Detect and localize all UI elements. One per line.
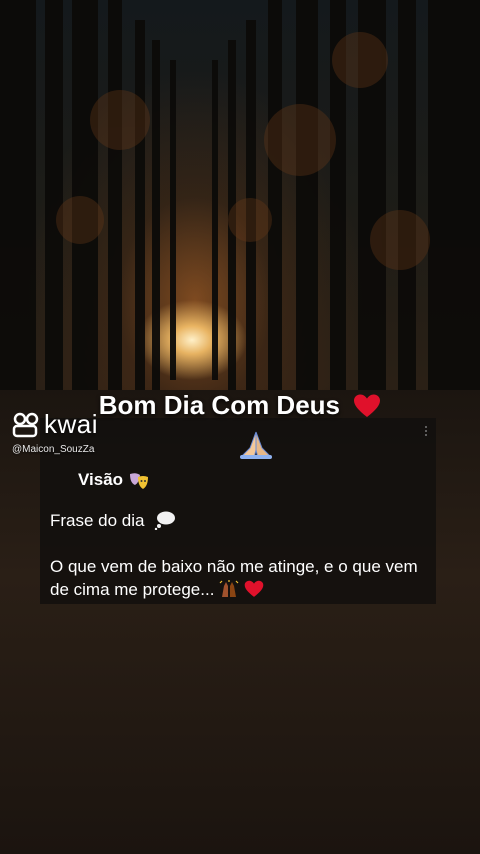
- red-heart-icon: [244, 580, 264, 597]
- quote-text-block: O que vem de baixo não me atinge, e o qu…: [50, 555, 420, 601]
- frase-label: Frase do dia: [50, 511, 145, 530]
- performing-arts-masks-icon: [130, 473, 148, 489]
- caption-text: Bom Dia Com Deus: [98, 390, 341, 420]
- overlay-caption: Bom Dia Com Deus: [0, 390, 480, 421]
- thought-bubble-icon: [154, 511, 175, 530]
- more-dots-icon: [425, 426, 427, 436]
- card-title: Visão: [78, 470, 124, 489]
- praying-hands-icon: [240, 431, 272, 459]
- raising-hands-icon: [219, 580, 239, 597]
- red-heart-icon: [354, 394, 381, 417]
- creator-handle: @Maicon_SouzZa: [12, 444, 95, 455]
